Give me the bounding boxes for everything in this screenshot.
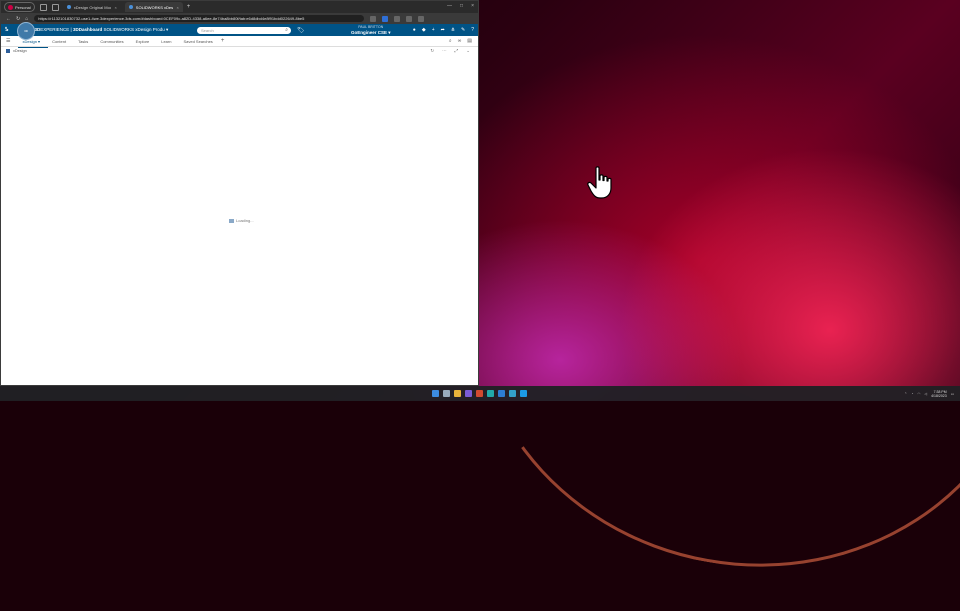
network-icon[interactable]: ⋔	[451, 27, 455, 33]
refresh-icon[interactable]: ↻	[16, 16, 20, 22]
tab-close-icon[interactable]: ×	[176, 5, 178, 10]
chevron-up-icon[interactable]: ⌃	[904, 392, 907, 396]
taskbar-apps	[432, 390, 527, 397]
topbar-actions: ● ◆ + ➦ ⋔ ✎ ?	[413, 27, 474, 33]
tab-explore[interactable]: Explore	[136, 39, 150, 44]
maximize-icon[interactable]: □	[460, 3, 463, 9]
wifi-icon[interactable]: ◠	[917, 392, 920, 396]
browser-titlebar: Personal xDesign Original Model × SOLIDW…	[1, 1, 478, 13]
profile-button[interactable]: Personal	[4, 2, 35, 12]
share-icon[interactable]: ➦	[441, 27, 445, 33]
search-icon[interactable]: ⌕	[449, 38, 452, 44]
edge-icon[interactable]	[487, 390, 494, 397]
xdesign-icon	[6, 49, 10, 53]
app-icon[interactable]	[476, 390, 483, 397]
menu-icon[interactable]: ☰	[6, 38, 10, 44]
chevron-down-icon[interactable]: ⌄	[466, 48, 470, 54]
more-icon[interactable]: ⋯	[442, 48, 447, 54]
tag-icon[interactable]: 🏷	[297, 27, 305, 34]
add-icon[interactable]: +	[432, 27, 435, 33]
user-menu[interactable]: PAUL BRITTON GoEngineer CSE ▾	[351, 25, 391, 35]
url-field[interactable]: https://r1132101830732-use1-4we.3dexperi…	[34, 15, 365, 22]
minimize-icon[interactable]: —	[447, 3, 452, 9]
more-icon[interactable]	[418, 15, 425, 22]
avatar-icon[interactable]: ●	[413, 27, 416, 33]
add-tab-button[interactable]: +	[221, 38, 225, 44]
tab-actions-icon[interactable]	[51, 3, 59, 11]
tab-communities[interactable]: Communities	[100, 39, 123, 44]
3dexperience-topbar: ƾ 3D 3DEXPERIENCE | 3DDashboard SOLIDWOR…	[1, 22, 478, 40]
volume-icon[interactable]: ◁	[924, 392, 927, 396]
maximize-icon[interactable]: ⤢	[455, 48, 459, 54]
new-tab-button[interactable]: +	[187, 4, 191, 10]
tab-content[interactable]: Content	[52, 39, 66, 44]
browser-window: Personal xDesign Original Model × SOLIDW…	[0, 0, 479, 386]
taskbar: ⌃ ◔ ◠ ◁ 7:38 PM 4/18/2023 ▭	[0, 386, 960, 401]
back-icon[interactable]: ←	[6, 16, 11, 22]
widget-title: xDesign	[13, 49, 27, 53]
profile-label: Personal	[15, 4, 31, 10]
favorites-icon[interactable]	[394, 15, 401, 22]
tab-favicon-icon	[66, 5, 71, 9]
loading-icon	[229, 218, 234, 223]
tab-favicon-icon	[128, 5, 133, 9]
widget-controls: ↻ ⋯ ⤢ ⌄	[430, 48, 470, 54]
tab-xdesign[interactable]: xDesign ▾	[18, 39, 48, 48]
browser-tab-1[interactable]: xDesign Original Model ×	[63, 2, 121, 12]
avatar-icon	[8, 4, 13, 10]
search-input[interactable]: Search ⌕	[197, 26, 291, 34]
hand-cursor-icon	[587, 166, 612, 199]
clock[interactable]: 7:38 PM 4/18/2023	[931, 390, 947, 398]
system-tray: ⌃ ◔ ◠ ◁ 7:38 PM 4/18/2023 ▭	[904, 390, 954, 398]
tab-close-icon[interactable]: ×	[114, 5, 116, 10]
app-title[interactable]: SOLIDWORKS xDesign Produ ▾	[102, 27, 168, 32]
app-icon[interactable]	[509, 390, 516, 397]
tools-icon[interactable]: ✎	[461, 27, 465, 33]
browser-tab-2[interactable]: SOLIDWORKS xDesign Produ ×	[124, 2, 183, 12]
close-icon[interactable]: ×	[471, 3, 474, 9]
window-controls: — □ ×	[447, 3, 474, 9]
tab-learn[interactable]: Learn	[161, 39, 171, 44]
tab-saved-searches[interactable]: Saved Searches	[183, 39, 212, 44]
wallpaper-arc	[428, 0, 960, 611]
refresh-icon[interactable]: ↻	[430, 48, 434, 54]
tab-tasks[interactable]: Tasks	[78, 39, 88, 44]
workspaces-icon[interactable]	[39, 3, 47, 11]
loading-indicator: Loading...	[229, 218, 254, 223]
collections-icon[interactable]	[406, 15, 413, 22]
search-icon[interactable]: ⌕	[285, 27, 288, 33]
start-icon[interactable]	[432, 390, 439, 397]
widget-header: xDesign ↻ ⋯ ⤢ ⌄	[1, 47, 478, 55]
extension-icon[interactable]	[370, 15, 377, 22]
platform-brand: 3DEXPERIENCE | 3DDashboard SOLIDWORKS xD…	[34, 27, 169, 32]
teams-icon[interactable]	[465, 390, 472, 397]
help-icon[interactable]: ?	[471, 27, 474, 33]
extension-icon[interactable]	[382, 15, 389, 22]
app-icon[interactable]	[520, 390, 527, 397]
pin-icon[interactable]: ◆	[422, 27, 426, 33]
dashboard-actions: ⌕ ∞ ▤	[449, 38, 472, 44]
home-icon[interactable]: ⌂	[25, 16, 28, 22]
chat-icon[interactable]: ▤	[467, 38, 472, 44]
binoculars-icon[interactable]: ∞	[458, 38, 462, 44]
app-icon[interactable]	[498, 390, 505, 397]
taskview-icon[interactable]	[443, 390, 450, 397]
dashboard-tabs: ☰ xDesign ▾ Content Tasks Communities Ex…	[1, 36, 478, 48]
file-explorer-icon[interactable]	[454, 390, 461, 397]
ds-logo-icon: ƾ	[5, 27, 9, 33]
network-icon[interactable]: ◔	[911, 392, 913, 396]
address-bar: ← ↻ ⌂ https://r1132101830732-use1-4we.3d…	[1, 13, 478, 24]
notification-icon[interactable]: ▭	[951, 392, 954, 396]
